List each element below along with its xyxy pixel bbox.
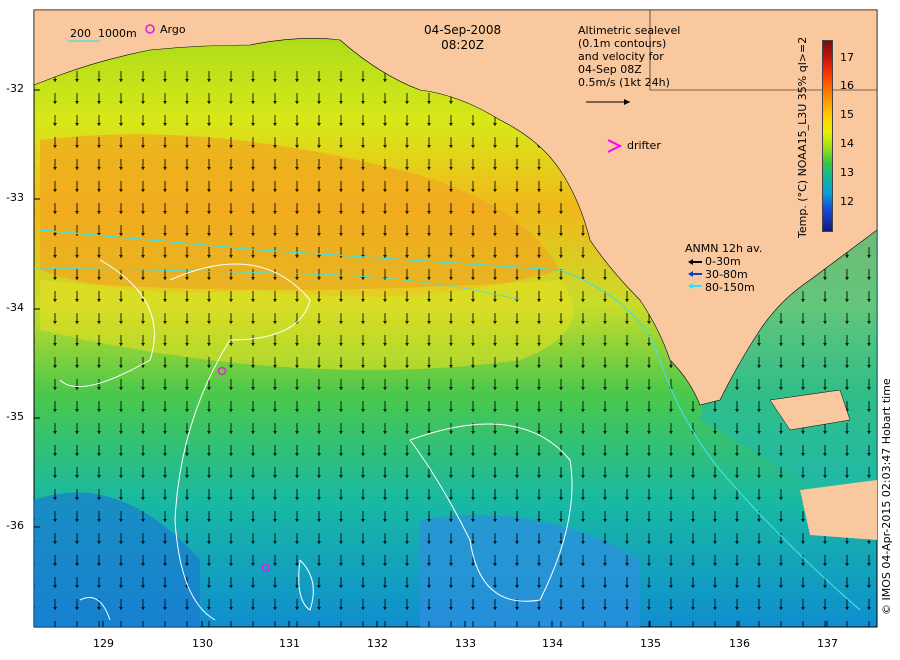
imos-credit: © IMOS 04-Apr-2015 02:03:47 Hobart time — [880, 378, 893, 615]
y-tick-label: -35 — [6, 410, 24, 423]
anmn-legend: ANMN 12h av. 0-30m 30-80m 80-150m — [685, 242, 762, 294]
x-tick-label: 131 — [279, 637, 300, 650]
altimetry-line3: and velocity for — [578, 50, 664, 63]
map-canvas — [33, 9, 878, 628]
x-tick-label: 133 — [455, 637, 476, 650]
x-tick-label: 136 — [729, 637, 750, 650]
altimetry-line2: (0.1m contours) — [578, 37, 667, 50]
altimetry-legend: Altimetric sealevel (0.1m contours) and … — [578, 24, 680, 89]
drifter-legend-label: drifter — [627, 139, 661, 152]
x-tick-label: 135 — [640, 637, 661, 650]
colorbar-tick-14: 14 — [840, 137, 854, 150]
temperature-colorbar — [822, 40, 833, 232]
colorbar-tick-17: 17 — [840, 51, 854, 64]
anmn-legend-item-2: 80-150m — [705, 281, 755, 294]
anmn-legend-title: ANMN 12h av. — [685, 242, 763, 255]
altimetry-line5: 0.5m/s (1kt 24h) — [578, 76, 670, 89]
land-southeast — [800, 480, 877, 540]
anmn-legend-item-0: 0-30m — [705, 255, 741, 268]
colorbar-tick-12: 12 — [840, 195, 854, 208]
colorbar-title: Temp. (°C) NOAA15_L3U 35% ql>=2 — [796, 36, 809, 238]
y-tick-label: -32 — [6, 82, 24, 95]
colorbar-tick-16: 16 — [840, 79, 854, 92]
map-time: 08:20Z — [441, 38, 484, 52]
depth-legend-1000: 1000m — [98, 27, 137, 40]
x-tick-label: 129 — [93, 637, 114, 650]
colorbar-tick-13: 13 — [840, 166, 854, 179]
anmn-legend-item-1: 30-80m — [705, 268, 748, 281]
x-tick-label: 130 — [192, 637, 213, 650]
y-tick-label: -36 — [6, 519, 24, 532]
argo-legend-label: Argo — [160, 23, 186, 36]
sst-map-figure: 04-Sep-2008 08:20Z 200 1000m Argo Altime… — [0, 0, 900, 660]
altimetry-line4: 04-Sep 08Z — [578, 63, 642, 76]
y-tick-label: -33 — [6, 191, 24, 204]
altimetry-line1: Altimetric sealevel — [578, 24, 681, 37]
y-tick-label: -34 — [6, 301, 24, 314]
colorbar-tick-15: 15 — [840, 108, 854, 121]
map-date: 04-Sep-2008 — [424, 23, 502, 37]
x-tick-label: 134 — [542, 637, 563, 650]
map-timestamp: 04-Sep-2008 08:20Z — [424, 23, 501, 53]
depth-legend-200: 200 — [70, 27, 91, 40]
x-tick-label: 132 — [367, 637, 388, 650]
x-tick-label: 137 — [817, 637, 838, 650]
